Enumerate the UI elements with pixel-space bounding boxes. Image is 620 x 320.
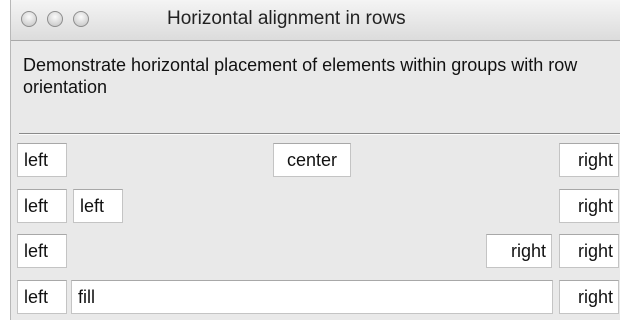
row1-left-field[interactable]: left [17, 143, 67, 177]
row3-right-field-2[interactable]: right [559, 234, 619, 268]
close-window-icon[interactable] [21, 11, 37, 27]
separator [19, 133, 620, 135]
row2-left-field-2[interactable]: left [73, 189, 123, 223]
row4-left-field[interactable]: left [17, 280, 67, 314]
row3-right-field[interactable]: right [486, 234, 552, 268]
row3-left-field[interactable]: left [17, 234, 67, 268]
minimize-window-icon[interactable] [47, 11, 63, 27]
zoom-window-icon[interactable] [73, 11, 89, 27]
window-title: Horizontal alignment in rows [167, 8, 406, 29]
description-text: Demonstrate horizontal placement of elem… [23, 55, 578, 97]
row4-fill-field[interactable]: fill [71, 280, 553, 314]
row2-left-field[interactable]: left [17, 189, 67, 223]
app-window: Horizontal alignment in rows Demonstrate… [10, 0, 620, 320]
row2-right-field[interactable]: right [559, 189, 619, 223]
row4-right-field[interactable]: right [559, 280, 619, 314]
row1-center-field[interactable]: center [273, 143, 351, 177]
title-bar: Horizontal alignment in rows [11, 0, 620, 41]
row1-right-field[interactable]: right [559, 143, 619, 177]
